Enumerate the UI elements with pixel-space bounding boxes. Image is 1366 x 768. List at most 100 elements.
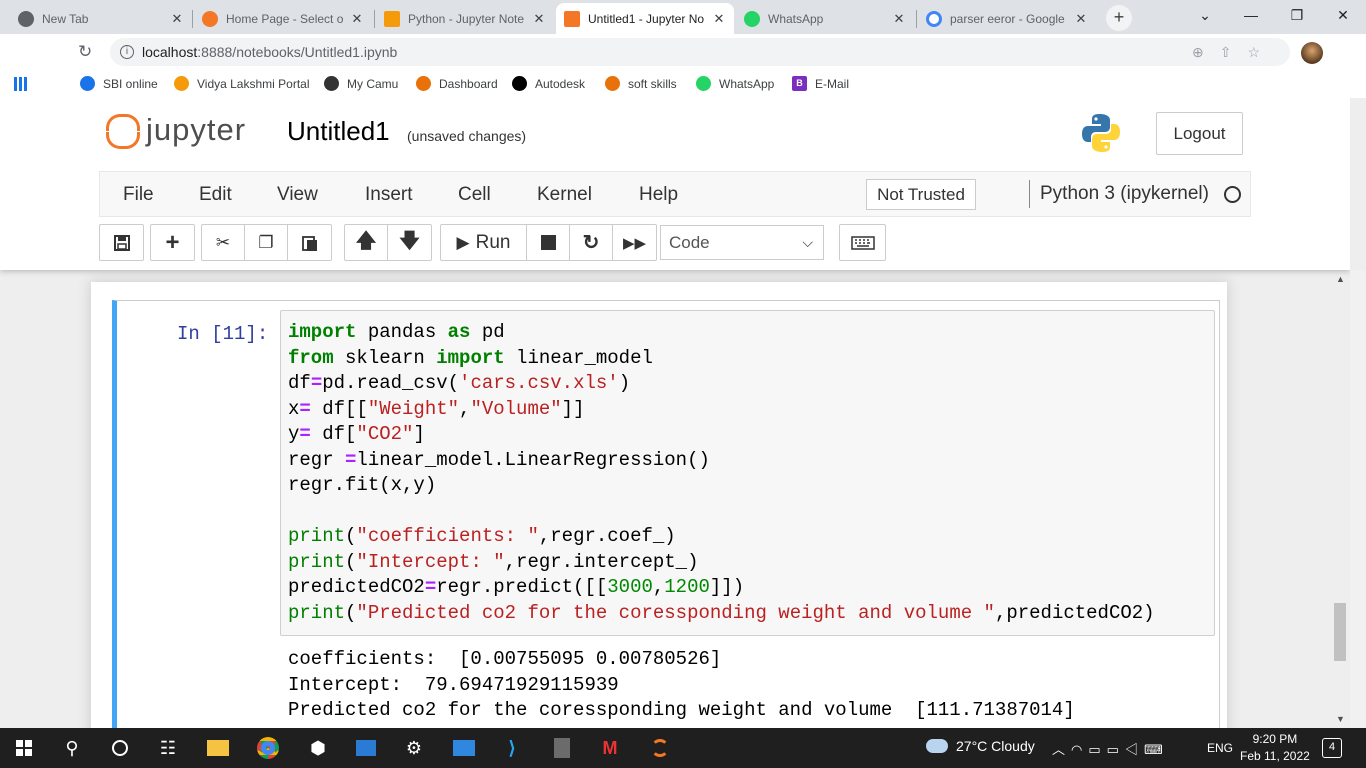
keyboard-icon[interactable]: ⌨ bbox=[1144, 742, 1169, 757]
move-up-icon[interactable]: 🡅 bbox=[345, 225, 388, 260]
notebook-title[interactable]: Untitled1 bbox=[287, 116, 390, 147]
minimize-icon[interactable]: — bbox=[1228, 0, 1274, 30]
scroll-down-icon[interactable]: ▼ bbox=[1336, 714, 1345, 724]
close-tab-icon[interactable]: ✕ bbox=[890, 11, 908, 27]
bookmark-icon bbox=[416, 76, 431, 91]
not-trusted-button[interactable]: Not Trusted bbox=[866, 179, 976, 210]
close-tab-icon[interactable]: ✕ bbox=[530, 11, 548, 27]
code-token: predictedCO2 bbox=[288, 576, 425, 598]
chrome-icon[interactable] bbox=[256, 736, 280, 760]
code-token: pd.read_csv( bbox=[322, 372, 460, 394]
cell-type-value: Code bbox=[669, 233, 710, 252]
address-bar-actions[interactable]: ⊕⇧☆ bbox=[1192, 38, 1276, 66]
cell-type-select[interactable]: Code ⌵ bbox=[660, 225, 824, 260]
scrollbar-thumb[interactable] bbox=[1334, 603, 1346, 661]
battery-icon[interactable]: ▭ bbox=[1107, 742, 1125, 757]
menu-view[interactable]: View bbox=[277, 184, 318, 206]
insert-cell-plus-icon[interactable]: + bbox=[151, 225, 194, 260]
close-tab-icon[interactable]: ✕ bbox=[168, 11, 186, 27]
task-view-icon[interactable]: ☷ bbox=[156, 736, 180, 760]
kernel-name[interactable]: Python 3 (ipykernel) bbox=[1029, 180, 1209, 208]
browser-tab[interactable]: New Tab ✕ bbox=[10, 3, 192, 34]
code-token: ( bbox=[345, 601, 357, 624]
python-logo-icon bbox=[1082, 114, 1120, 152]
menu-insert[interactable]: Insert bbox=[365, 184, 413, 206]
menu-kernel[interactable]: Kernel bbox=[537, 184, 592, 206]
bookmark-item[interactable]: Vidya Lakshmi Portal bbox=[174, 76, 310, 91]
code-token: ,predictedCO2) bbox=[994, 601, 1155, 624]
app-logo-icon[interactable]: M bbox=[598, 736, 622, 760]
move-down-icon[interactable]: 🡇 bbox=[388, 225, 431, 260]
bookmark-item[interactable]: soft skills bbox=[605, 76, 677, 91]
calculator-icon[interactable] bbox=[550, 736, 574, 760]
bookmark-item[interactable]: Autodesk bbox=[512, 76, 585, 91]
chevron-up-icon[interactable]: ︿ bbox=[1052, 742, 1071, 757]
system-tray[interactable]: ︿◠▭▭◁⌨ bbox=[1052, 739, 1169, 758]
tab-search-icon[interactable]: ⌄ bbox=[1182, 0, 1228, 30]
new-tab-button[interactable]: + bbox=[1106, 5, 1132, 31]
browser-tab[interactable]: Python - Jupyter Note ✕ bbox=[376, 3, 554, 34]
code-token: "Volume" bbox=[470, 397, 562, 420]
windows-start-icon[interactable] bbox=[12, 736, 36, 760]
file-explorer-icon[interactable] bbox=[206, 736, 230, 760]
mail-icon[interactable] bbox=[452, 736, 476, 760]
code-token: "Predicted co2 for the coressponding wei… bbox=[356, 601, 995, 624]
restore-icon[interactable]: ❐ bbox=[1274, 0, 1320, 30]
menu-cell[interactable]: Cell bbox=[458, 184, 491, 206]
meet-icon[interactable]: ▭ bbox=[1088, 742, 1106, 757]
apps-grid-icon[interactable] bbox=[14, 77, 28, 91]
jupyter-logo[interactable]: jupyter bbox=[104, 110, 246, 150]
reload-icon[interactable]: ↻ bbox=[78, 42, 92, 62]
menu-help[interactable]: Help bbox=[639, 184, 678, 206]
code-token: print bbox=[288, 601, 346, 624]
close-tab-icon[interactable]: ✕ bbox=[348, 11, 366, 27]
bookmark-item[interactable]: My Camu bbox=[324, 76, 398, 91]
site-info-icon[interactable]: i bbox=[120, 45, 134, 59]
vscode-icon[interactable]: ⟩ bbox=[500, 736, 524, 760]
browser-tab[interactable]: WhatsApp ✕ bbox=[736, 3, 914, 34]
search-icon[interactable]: ⚲ bbox=[60, 736, 84, 760]
close-tab-icon[interactable]: ✕ bbox=[1072, 11, 1090, 27]
interrupt-stop-icon[interactable] bbox=[527, 225, 570, 260]
address-bar[interactable]: i localhost:8888/notebooks/Untitled1.ipy… bbox=[110, 38, 1290, 66]
logout-button[interactable]: Logout bbox=[1156, 112, 1243, 155]
bookmark-item[interactable]: WhatsApp bbox=[696, 76, 774, 91]
copy-icon[interactable]: ❐ bbox=[245, 225, 288, 260]
profile-avatar[interactable] bbox=[1301, 42, 1323, 64]
zoom-icon[interactable]: ⊕ bbox=[1192, 44, 1220, 60]
clock[interactable]: 9:20 PM Feb 11, 2022 bbox=[1240, 731, 1310, 765]
jupyter-app-icon[interactable] bbox=[648, 736, 672, 760]
fast-forward-icon[interactable]: ▶▶ bbox=[613, 225, 656, 260]
menu-edit[interactable]: Edit bbox=[199, 184, 232, 206]
photos-icon[interactable] bbox=[354, 736, 378, 760]
settings-gear-icon[interactable]: ⚙ bbox=[402, 736, 426, 760]
cut-icon[interactable]: ✂ bbox=[202, 225, 245, 260]
run-button[interactable]: ▶ Run bbox=[441, 225, 527, 260]
wifi-icon[interactable]: ◠ bbox=[1071, 742, 1088, 757]
page-scrollbar[interactable] bbox=[1350, 270, 1366, 728]
code-cell[interactable]: In [11]: import pandas as pd from sklearn… bbox=[112, 300, 1220, 728]
keyboard-shortcuts-button[interactable] bbox=[839, 224, 886, 261]
bookmark-item[interactable]: Dashboard bbox=[416, 76, 498, 91]
close-tab-icon[interactable]: ✕ bbox=[710, 11, 728, 27]
notification-center-icon[interactable]: 4 bbox=[1322, 738, 1342, 758]
volume-icon[interactable]: ◁ bbox=[1125, 742, 1144, 757]
share-icon[interactable]: ⇧ bbox=[1220, 44, 1248, 60]
browser-tab[interactable]: parser eeror - Google ✕ bbox=[918, 3, 1096, 34]
code-editor[interactable]: import pandas as pd from sklearn import l… bbox=[280, 310, 1215, 636]
close-window-icon[interactable]: ✕ bbox=[1320, 0, 1366, 30]
scroll-up-icon[interactable]: ▲ bbox=[1336, 274, 1345, 284]
save-icon[interactable] bbox=[100, 225, 143, 260]
language-indicator[interactable]: ENG bbox=[1207, 741, 1233, 755]
cortana-icon[interactable] bbox=[108, 736, 132, 760]
bookmark-star-icon[interactable]: ☆ bbox=[1247, 44, 1276, 60]
browser-tab-active[interactable]: Untitled1 - Jupyter No ✕ bbox=[556, 3, 734, 34]
browser-tab[interactable]: Home Page - Select o ✕ bbox=[194, 3, 372, 34]
paste-icon[interactable] bbox=[288, 225, 331, 260]
restart-icon[interactable]: ↻ bbox=[570, 225, 613, 260]
app-icon[interactable]: ⬢ bbox=[306, 736, 330, 760]
weather-widget[interactable]: 27°C Cloudy bbox=[926, 738, 1035, 754]
menu-file[interactable]: File bbox=[123, 184, 154, 206]
bookmark-item[interactable]: B E-Mail bbox=[792, 76, 849, 91]
bookmark-item[interactable]: SBI online bbox=[80, 76, 158, 91]
